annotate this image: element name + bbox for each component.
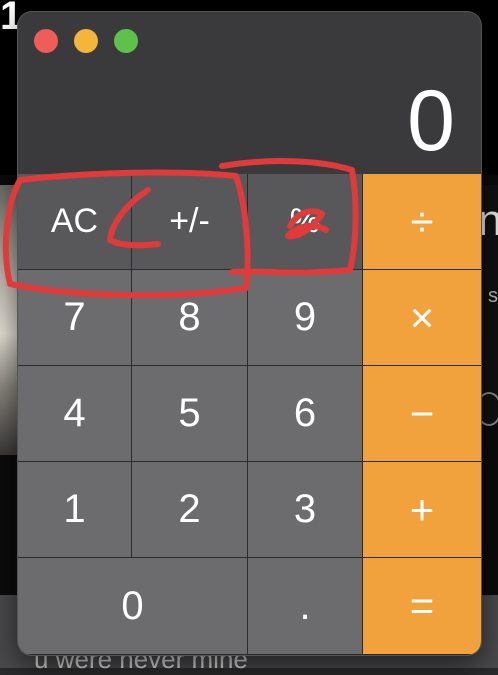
background-photo: [0, 185, 20, 455]
three-button[interactable]: 3: [248, 462, 363, 558]
calculator-window: 0 AC +/- % ÷ 7 8 9 × 4 5 6 − 1 2 3 + 0 .…: [18, 12, 481, 655]
background-right-text: n: [478, 196, 498, 245]
close-button[interactable]: [34, 29, 58, 53]
six-button[interactable]: 6: [248, 366, 363, 462]
eight-button[interactable]: 8: [132, 270, 248, 366]
plus-minus-button[interactable]: +/-: [132, 174, 248, 270]
clear-button[interactable]: AC: [18, 174, 132, 270]
add-button[interactable]: +: [363, 462, 481, 558]
maximize-button[interactable]: [114, 29, 138, 53]
multiply-button[interactable]: ×: [363, 270, 481, 366]
four-button[interactable]: 4: [18, 366, 132, 462]
zero-button[interactable]: 0: [18, 558, 248, 655]
five-button[interactable]: 5: [132, 366, 248, 462]
divide-button[interactable]: ÷: [363, 174, 481, 270]
nine-button[interactable]: 9: [248, 270, 363, 366]
equals-button[interactable]: =: [363, 558, 481, 655]
keypad: AC +/- % ÷ 7 8 9 × 4 5 6 − 1 2 3 + 0 . =: [18, 174, 481, 655]
title-bar: [18, 12, 481, 68]
calculator-display: 0: [407, 73, 455, 169]
one-button[interactable]: 1: [18, 462, 132, 558]
two-button[interactable]: 2: [132, 462, 248, 558]
seven-button[interactable]: 7: [18, 270, 132, 366]
percent-button[interactable]: %: [248, 174, 363, 270]
decimal-button[interactable]: .: [248, 558, 363, 655]
minimize-button[interactable]: [74, 29, 98, 53]
subtract-button[interactable]: −: [363, 366, 481, 462]
background-right-small-text: s: [488, 285, 498, 307]
